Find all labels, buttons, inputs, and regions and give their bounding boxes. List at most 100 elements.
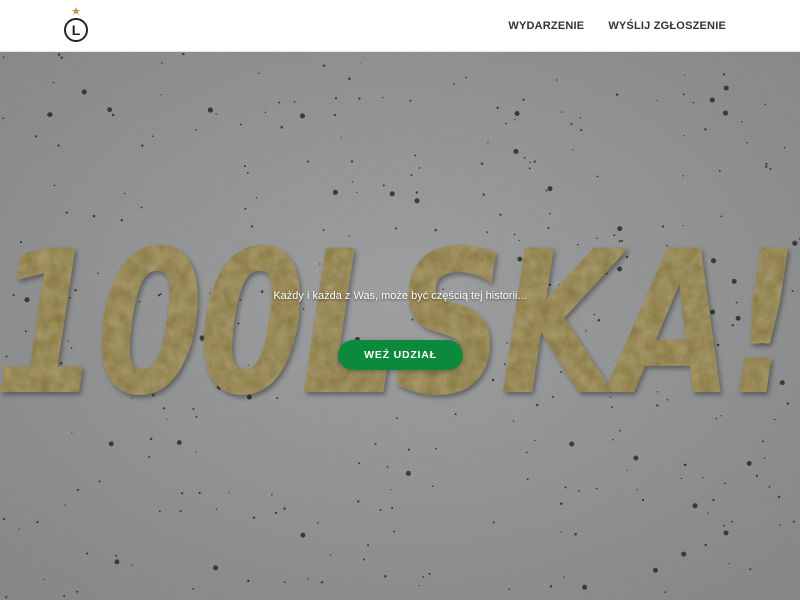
concrete-pore <box>525 451 528 454</box>
concrete-pore <box>513 148 519 154</box>
main-nav: WYDARZENIE WYŚLIJ ZGŁOSZENIE <box>484 0 726 52</box>
concrete-pore <box>35 135 38 138</box>
concrete-pore <box>683 134 685 137</box>
concrete-pore <box>563 576 566 579</box>
concrete-pore <box>523 156 526 159</box>
concrete-pore <box>363 558 365 561</box>
concrete-pore <box>158 510 161 513</box>
concrete-pore <box>792 520 795 523</box>
concrete-pore <box>560 111 563 113</box>
concrete-pore <box>389 191 395 197</box>
concrete-pore <box>415 191 418 194</box>
concrete-pore <box>764 165 768 168</box>
concrete-pore <box>746 141 748 144</box>
concrete-pore <box>407 448 411 451</box>
concrete-pore <box>228 492 230 494</box>
take-part-button[interactable]: WEŹ UDZIAŁ <box>338 340 463 370</box>
concrete-pore <box>480 162 484 165</box>
concrete-pore <box>405 470 411 476</box>
concrete-pore <box>683 463 687 467</box>
concrete-pore <box>763 456 766 459</box>
concrete-pore <box>435 447 437 450</box>
concrete-pore <box>391 507 394 510</box>
hero-tagline: Każdy i każda z Was, może być częścią te… <box>273 290 527 302</box>
concrete-pore <box>43 578 45 581</box>
concrete-pore <box>564 486 567 489</box>
concrete-pore <box>529 161 531 164</box>
concrete-pore <box>215 508 218 510</box>
concrete-pore <box>280 126 284 129</box>
concrete-pore <box>258 72 260 75</box>
legia-l-crest-icon[interactable]: L <box>62 6 90 44</box>
concrete-pore <box>252 516 256 520</box>
concrete-pore <box>348 77 351 81</box>
concrete-pore <box>764 103 767 106</box>
concrete-pore <box>382 184 385 187</box>
concrete-pore <box>528 167 531 170</box>
concrete-pore <box>578 490 580 492</box>
concrete-pore <box>418 585 420 587</box>
concrete-pore <box>723 524 726 527</box>
concrete-pore <box>769 168 772 170</box>
concrete-pore <box>2 56 5 58</box>
concrete-pore <box>198 491 201 495</box>
concrete-pore <box>722 73 726 76</box>
concrete-pore <box>636 488 638 491</box>
concrete-pore <box>306 160 310 163</box>
concrete-pore <box>207 107 213 113</box>
concrete-pore <box>176 440 182 446</box>
concrete-pore <box>47 112 53 118</box>
concrete-pore <box>5 596 8 599</box>
concrete-pore <box>264 111 267 114</box>
concrete-pore <box>57 53 61 56</box>
concrete-pore <box>283 581 286 584</box>
concrete-pore <box>556 79 558 81</box>
concrete-pore <box>746 460 752 466</box>
concrete-pore <box>98 480 101 483</box>
concrete-pore <box>358 97 361 100</box>
concrete-pore <box>182 52 185 56</box>
nav-item-wyslij-zgloszenie[interactable]: WYŚLIJ ZGŁOSZENIE <box>608 20 726 32</box>
concrete-pore <box>545 189 548 192</box>
concrete-pore <box>612 438 614 441</box>
concrete-pore <box>722 110 729 116</box>
concrete-pore <box>63 595 66 597</box>
concrete-pore <box>664 591 667 593</box>
concrete-pore <box>682 93 685 96</box>
concrete-pore <box>81 89 87 95</box>
concrete-pore <box>131 564 133 566</box>
concrete-pore <box>213 565 219 571</box>
concrete-pore <box>680 477 683 480</box>
concrete-pore <box>777 495 781 499</box>
concrete-pore <box>724 482 726 485</box>
concrete-pore <box>390 489 392 491</box>
concrete-pore <box>522 98 525 101</box>
concrete-pore <box>728 562 730 565</box>
concrete-pore <box>274 511 278 515</box>
concrete-pore <box>247 579 250 583</box>
concrete-pore <box>712 498 715 502</box>
concrete-pore <box>60 56 63 60</box>
concrete-pore <box>299 113 306 119</box>
concrete-pore <box>351 181 354 183</box>
concrete-pore <box>358 462 360 465</box>
concrete-pore <box>76 590 79 593</box>
concrete-pore <box>46 114 49 116</box>
concrete-pore <box>243 165 246 168</box>
concrete-pore <box>410 174 413 177</box>
concrete-pore <box>307 578 309 580</box>
concrete-pore <box>418 167 421 169</box>
concrete-pore <box>704 543 707 547</box>
concrete-pore <box>2 117 5 120</box>
concrete-pore <box>192 588 195 590</box>
concrete-pore <box>374 442 377 446</box>
nav-item-wydarzenie[interactable]: WYDARZENIE <box>508 20 584 32</box>
concrete-pore <box>160 62 163 64</box>
concrete-pore <box>239 123 242 126</box>
site-header: L WYDARZENIE WYŚLIJ ZGŁOSZENIE <box>0 0 800 52</box>
concrete-pore <box>428 572 431 575</box>
wordmark-text: 100LSKA! <box>0 208 794 432</box>
concrete-pore <box>123 192 126 195</box>
concrete-pore <box>111 113 115 117</box>
concrete-pore <box>684 74 686 76</box>
